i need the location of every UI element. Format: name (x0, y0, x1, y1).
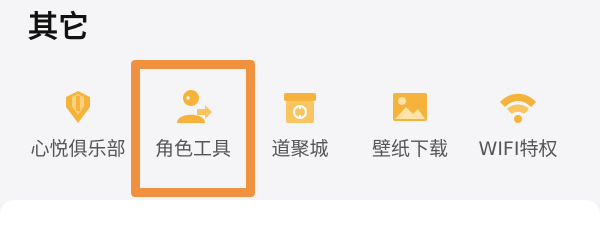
tool-label: 心悦俱乐部 (30, 138, 126, 160)
tool-label: 角色工具 (154, 138, 231, 160)
tool-item-role-tools[interactable]: 角色工具 (140, 75, 246, 175)
wifi-icon (496, 85, 540, 129)
section-title: 其它 (28, 10, 89, 45)
role-tool-icon (171, 85, 215, 129)
wallpaper-icon (388, 85, 432, 129)
tool-label: 道聚城 (271, 138, 329, 160)
diamond-club-icon (56, 85, 100, 129)
tool-item-wifi-privilege[interactable]: WIFI特权 (466, 75, 570, 175)
tool-item-daojucheng[interactable]: 道聚城 (260, 75, 340, 175)
tool-item-xinyue-club[interactable]: 心悦俱乐部 (22, 75, 134, 175)
tool-item-wallpaper-download[interactable]: 壁纸下载 (362, 75, 458, 175)
store-icon (278, 85, 322, 129)
tool-label: WIFI特权 (478, 138, 558, 160)
content-card (0, 200, 600, 240)
tool-label: 壁纸下载 (371, 138, 448, 160)
tool-grid: 心悦俱乐部 角色工具 道聚城 壁纸下载 WIFI特权 (0, 75, 600, 175)
